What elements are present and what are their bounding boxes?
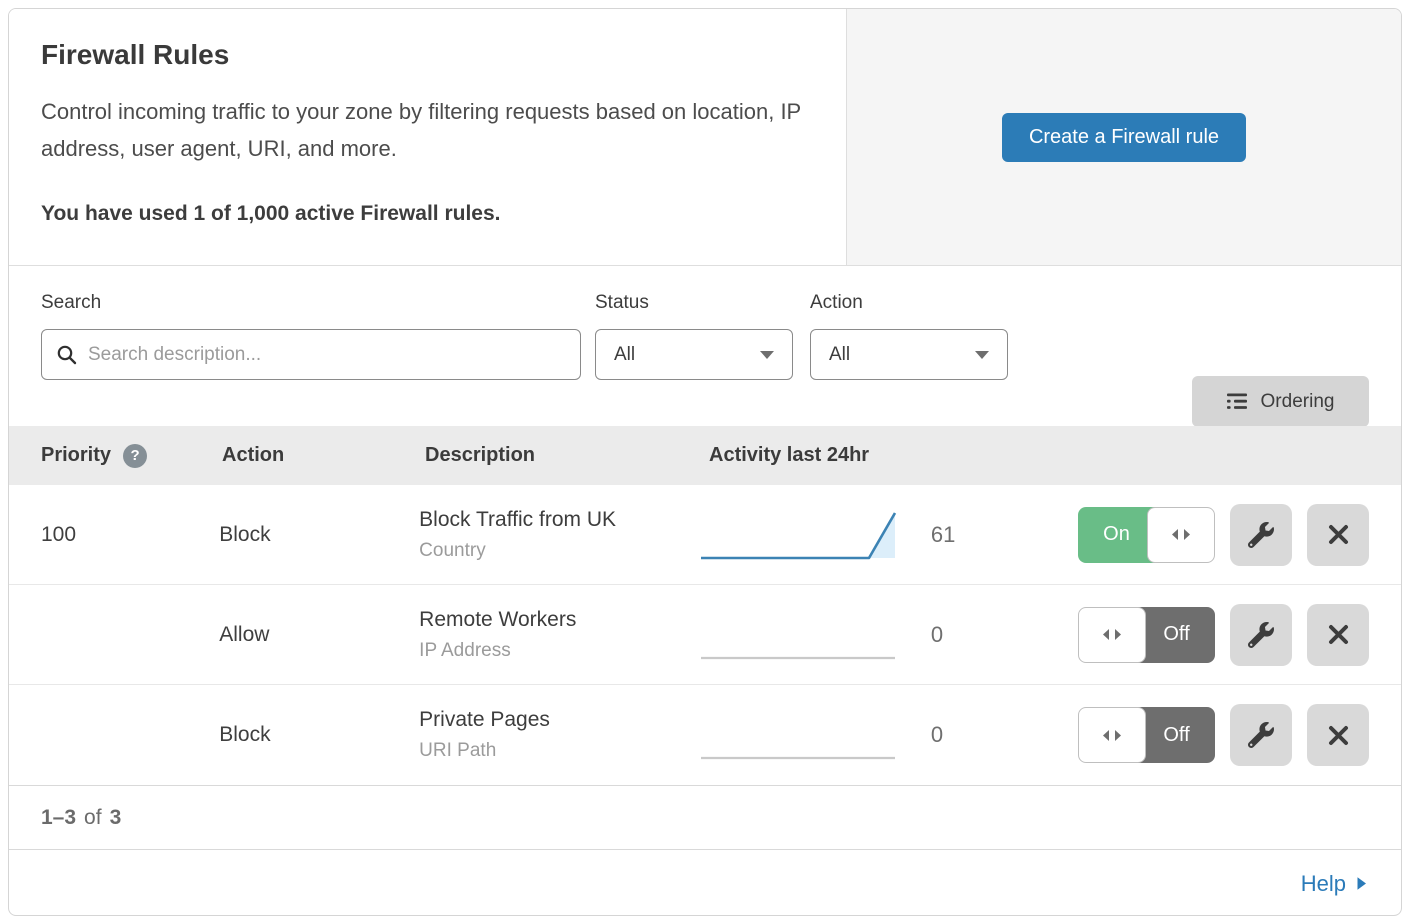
table-header: Priority ? Action Description Activity l… (9, 426, 1401, 485)
activity-sparkline-flat (699, 609, 899, 661)
activity-count: 0 (931, 622, 943, 648)
rule-action: Allow (219, 623, 419, 647)
status-group: Status All (595, 292, 793, 426)
table-row: Block Private Pages URI Path 0 Off (9, 685, 1401, 785)
ordering-button[interactable]: Ordering (1192, 376, 1369, 427)
search-icon (56, 344, 78, 366)
close-icon (1327, 724, 1350, 747)
toggle-state-label: On (1078, 507, 1155, 563)
pagination-bar: 1–3 of 3 (9, 785, 1401, 849)
toggle-drag-handle-icon[interactable] (1147, 507, 1215, 563)
edit-rule-button[interactable] (1230, 704, 1292, 766)
toggle-state-label: Off (1138, 707, 1215, 763)
wrench-icon (1248, 722, 1274, 748)
search-group: Search (41, 292, 581, 426)
rule-priority: 100 (41, 523, 219, 547)
help-link-label: Help (1301, 871, 1346, 897)
arrow-right-icon (1356, 876, 1367, 891)
delete-rule-button[interactable] (1307, 704, 1369, 766)
search-input[interactable] (88, 344, 566, 366)
help-bar: Help (9, 849, 1401, 916)
header-action-panel: Create a Firewall rule (846, 9, 1401, 265)
page-header: Firewall Rules Control incoming traffic … (9, 9, 1401, 266)
activity-sparkline-flat (699, 709, 899, 761)
delete-rule-button[interactable] (1307, 604, 1369, 666)
column-action: Action (222, 444, 425, 467)
rule-description-cell: Private Pages URI Path (419, 708, 699, 762)
status-select[interactable]: All (595, 329, 793, 380)
column-priority: Priority ? (41, 444, 222, 468)
rule-activity-cell: 0 (699, 709, 1078, 761)
enable-toggle[interactable]: Off (1078, 607, 1215, 663)
rule-controls: On (1078, 504, 1369, 566)
activity-count: 0 (931, 722, 943, 748)
wrench-icon (1248, 522, 1274, 548)
rule-match-type: URI Path (419, 740, 699, 762)
close-icon (1327, 523, 1350, 546)
rule-description: Block Traffic from UK (419, 508, 699, 532)
rule-action: Block (219, 523, 419, 547)
ordering-wrap: Ordering (1192, 292, 1369, 426)
toggle-drag-handle-icon[interactable] (1078, 707, 1146, 763)
page-title: Firewall Rules (41, 39, 814, 71)
column-description: Description (425, 444, 709, 467)
filter-bar: Search Status All Action All (9, 266, 1401, 426)
rule-description: Remote Workers (419, 608, 699, 632)
edit-rule-button[interactable] (1230, 504, 1292, 566)
activity-count: 61 (931, 522, 955, 548)
chevron-down-icon (760, 351, 774, 359)
rule-description: Private Pages (419, 708, 699, 732)
action-select-value: All (829, 344, 850, 366)
page-description: Control incoming traffic to your zone by… (41, 93, 814, 168)
wrench-icon (1248, 622, 1274, 648)
rule-activity-cell: 0 (699, 609, 1078, 661)
pagination-total: 3 (110, 806, 122, 830)
action-select[interactable]: All (810, 329, 1008, 380)
pagination-range: 1–3 (41, 806, 76, 830)
help-link[interactable]: Help (1301, 871, 1367, 897)
action-group: Action All (810, 292, 1008, 426)
search-label: Search (41, 292, 581, 314)
chevron-down-icon (975, 351, 989, 359)
usage-summary: You have used 1 of 1,000 active Firewall… (41, 202, 814, 226)
column-activity: Activity last 24hr (709, 444, 1094, 467)
toggle-drag-handle-icon[interactable] (1078, 607, 1146, 663)
activity-sparkline-spike (699, 509, 899, 561)
enable-toggle[interactable]: Off (1078, 707, 1215, 763)
header-text-panel: Firewall Rules Control incoming traffic … (9, 9, 846, 265)
rule-controls: Off (1078, 704, 1369, 766)
close-icon (1327, 623, 1350, 646)
status-label: Status (595, 292, 793, 314)
rule-activity-cell: 61 (699, 509, 1078, 561)
rule-match-type: IP Address (419, 640, 699, 662)
ordering-button-label: Ordering (1261, 391, 1335, 413)
priority-help-icon[interactable]: ? (123, 444, 147, 468)
create-firewall-rule-button[interactable]: Create a Firewall rule (1002, 113, 1246, 162)
rule-controls: Off (1078, 604, 1369, 666)
edit-rule-button[interactable] (1230, 604, 1292, 666)
action-label: Action (810, 292, 1008, 314)
table-row: 100 Block Block Traffic from UK Country … (9, 485, 1401, 585)
pagination-of-label: of (84, 806, 102, 830)
ordered-list-icon (1227, 393, 1249, 410)
toggle-state-label: Off (1138, 607, 1215, 663)
enable-toggle[interactable]: On (1078, 507, 1215, 563)
table-body: 100 Block Block Traffic from UK Country … (9, 485, 1401, 785)
rule-description-cell: Remote Workers IP Address (419, 608, 699, 662)
priority-header-label: Priority (41, 444, 111, 467)
delete-rule-button[interactable] (1307, 504, 1369, 566)
search-box[interactable] (41, 329, 581, 380)
firewall-rules-card: Firewall Rules Control incoming traffic … (8, 8, 1402, 916)
table-row: Allow Remote Workers IP Address 0 Off (9, 585, 1401, 685)
rule-description-cell: Block Traffic from UK Country (419, 508, 699, 562)
rule-action: Block (219, 723, 419, 747)
rule-match-type: Country (419, 540, 699, 562)
status-select-value: All (614, 344, 635, 366)
